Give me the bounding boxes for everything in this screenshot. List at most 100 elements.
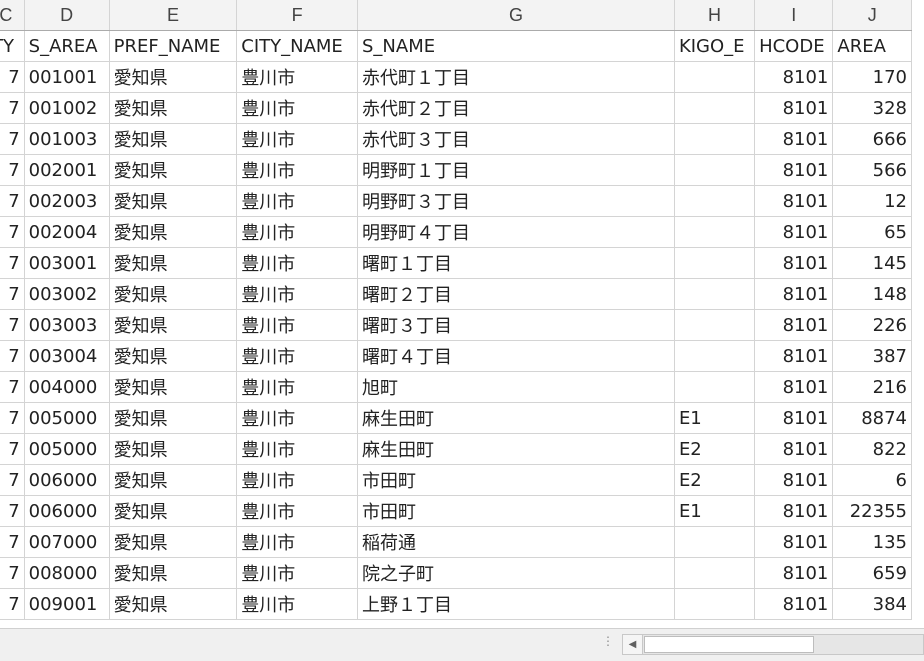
cell[interactable]: 22355: [832, 495, 912, 527]
cell[interactable]: 006000: [24, 464, 110, 496]
cell[interactable]: [674, 247, 756, 279]
cell[interactable]: 216: [832, 371, 912, 403]
cell[interactable]: 170: [832, 61, 912, 93]
cell[interactable]: 愛知県: [109, 588, 238, 620]
cell[interactable]: 145: [832, 247, 912, 279]
cell[interactable]: 7: [0, 433, 25, 465]
cell[interactable]: 8101: [754, 309, 834, 341]
cell[interactable]: 7: [0, 216, 25, 248]
cell[interactable]: [674, 340, 756, 372]
cell[interactable]: 旭町: [357, 371, 675, 403]
cell[interactable]: 曙町２丁目: [357, 278, 675, 310]
cell[interactable]: 曙町１丁目: [357, 247, 675, 279]
cell[interactable]: PREF_NAME: [109, 30, 238, 62]
cell[interactable]: 曙町４丁目: [357, 340, 675, 372]
cell[interactable]: 愛知県: [109, 433, 238, 465]
cell[interactable]: 8101: [754, 154, 834, 186]
cell[interactable]: 赤代町２丁目: [357, 92, 675, 124]
cell[interactable]: 009001: [24, 588, 110, 620]
cell[interactable]: 8101: [754, 61, 834, 93]
cell[interactable]: 豊川市: [236, 557, 358, 589]
cell[interactable]: AREA: [832, 30, 912, 62]
cell[interactable]: 愛知県: [109, 402, 238, 434]
cell[interactable]: 8101: [754, 495, 834, 527]
cell[interactable]: 豊川市: [236, 433, 358, 465]
cell[interactable]: 002001: [24, 154, 110, 186]
cell[interactable]: 001003: [24, 123, 110, 155]
cell[interactable]: S_AREA: [24, 30, 110, 62]
cell[interactable]: [674, 185, 756, 217]
column-header-c[interactable]: C: [0, 0, 25, 31]
cell[interactable]: 豊川市: [236, 154, 358, 186]
cell[interactable]: 12: [832, 185, 912, 217]
cell[interactable]: 豊川市: [236, 123, 358, 155]
cell[interactable]: 7: [0, 92, 25, 124]
cell[interactable]: 005000: [24, 402, 110, 434]
cell[interactable]: 8101: [754, 185, 834, 217]
cell[interactable]: 7: [0, 495, 25, 527]
cell[interactable]: 豊川市: [236, 340, 358, 372]
split-grip-icon[interactable]: ⋮: [602, 635, 614, 653]
cell[interactable]: [674, 588, 756, 620]
cell[interactable]: 曙町３丁目: [357, 309, 675, 341]
cell[interactable]: 384: [832, 588, 912, 620]
cell[interactable]: 愛知県: [109, 340, 238, 372]
cell[interactable]: 003001: [24, 247, 110, 279]
cell[interactable]: 愛知県: [109, 216, 238, 248]
column-header-d[interactable]: D: [24, 0, 110, 31]
cell[interactable]: 豊川市: [236, 61, 358, 93]
cell[interactable]: E1: [674, 402, 756, 434]
cell[interactable]: [674, 61, 756, 93]
column-header-f[interactable]: F: [236, 0, 358, 31]
cell[interactable]: 愛知県: [109, 557, 238, 589]
cell[interactable]: 659: [832, 557, 912, 589]
cell[interactable]: 148: [832, 278, 912, 310]
cell[interactable]: 愛知県: [109, 185, 238, 217]
cell[interactable]: [674, 309, 756, 341]
cell[interactable]: 明野町４丁目: [357, 216, 675, 248]
cell[interactable]: [674, 154, 756, 186]
cell[interactable]: 566: [832, 154, 912, 186]
cell[interactable]: 7: [0, 154, 25, 186]
cell[interactable]: 8101: [754, 526, 834, 558]
cell[interactable]: 008000: [24, 557, 110, 589]
cell[interactable]: 7: [0, 247, 25, 279]
cell[interactable]: 市田町: [357, 495, 675, 527]
cell[interactable]: 001002: [24, 92, 110, 124]
cell[interactable]: 愛知県: [109, 154, 238, 186]
cell[interactable]: 7: [0, 557, 25, 589]
cell[interactable]: [674, 278, 756, 310]
cell[interactable]: 328: [832, 92, 912, 124]
cell[interactable]: 豊川市: [236, 278, 358, 310]
cell[interactable]: KIGO_E: [674, 30, 756, 62]
cell[interactable]: 7: [0, 278, 25, 310]
cell[interactable]: 上野１丁目: [357, 588, 675, 620]
cell[interactable]: 007000: [24, 526, 110, 558]
cell[interactable]: 明野町３丁目: [357, 185, 675, 217]
scrollbar-thumb[interactable]: [644, 636, 814, 653]
cell[interactable]: 麻生田町: [357, 433, 675, 465]
cell[interactable]: 8101: [754, 92, 834, 124]
cell[interactable]: 7: [0, 464, 25, 496]
cell[interactable]: 822: [832, 433, 912, 465]
cell[interactable]: 8101: [754, 278, 834, 310]
cell[interactable]: 666: [832, 123, 912, 155]
cell[interactable]: 愛知県: [109, 247, 238, 279]
column-header-e[interactable]: E: [109, 0, 238, 31]
cell[interactable]: 愛知県: [109, 309, 238, 341]
cell[interactable]: 市田町: [357, 464, 675, 496]
cell[interactable]: TY: [0, 30, 25, 62]
column-header-i[interactable]: I: [754, 0, 834, 31]
cell[interactable]: [674, 123, 756, 155]
cell[interactable]: 愛知県: [109, 92, 238, 124]
cell[interactable]: 005000: [24, 433, 110, 465]
cell[interactable]: [674, 557, 756, 589]
cell[interactable]: 麻生田町: [357, 402, 675, 434]
cell[interactable]: 愛知県: [109, 495, 238, 527]
cell[interactable]: E2: [674, 464, 756, 496]
cell[interactable]: [674, 216, 756, 248]
cell[interactable]: 豊川市: [236, 526, 358, 558]
cell[interactable]: 豊川市: [236, 588, 358, 620]
cell[interactable]: 7: [0, 371, 25, 403]
cell[interactable]: HCODE: [754, 30, 834, 62]
